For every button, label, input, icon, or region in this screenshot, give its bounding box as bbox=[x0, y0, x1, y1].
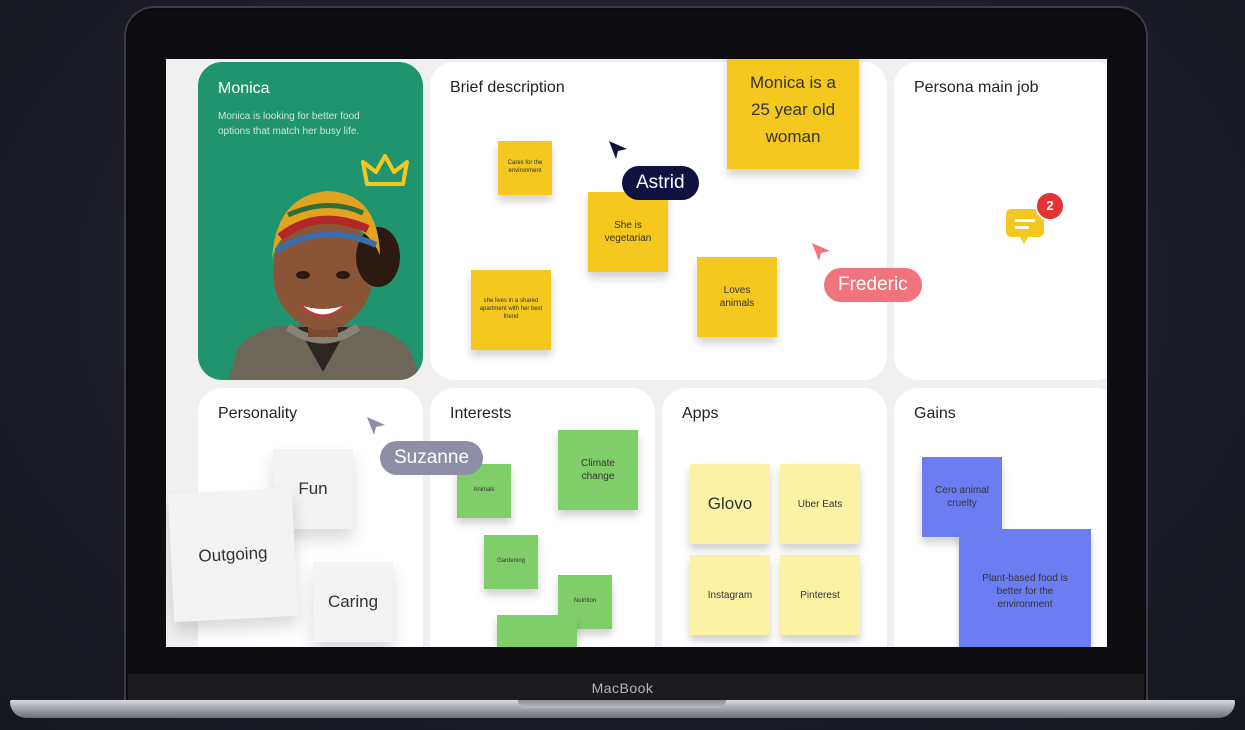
persona-card[interactable]: Monica Monica is looking for better food… bbox=[198, 62, 423, 380]
sticky-note[interactable]: Caring bbox=[313, 562, 393, 642]
cursor-label-astrid: Astrid bbox=[622, 166, 699, 200]
cursor-icon bbox=[812, 243, 830, 261]
sticky-text: Cares for the environment bbox=[507, 160, 543, 174]
persona-description: Monica is looking for better food option… bbox=[218, 111, 360, 137]
sticky-text: She is vegetarian bbox=[604, 220, 652, 244]
sticky-note[interactable]: Uber Eats bbox=[780, 464, 860, 544]
sticky-text: Loves animals bbox=[719, 285, 755, 309]
sticky-note[interactable]: Loves animals bbox=[697, 257, 777, 337]
sticky-text: Instagram bbox=[707, 589, 753, 601]
sticky-text: Nutrition bbox=[573, 598, 597, 605]
sticky-text: she lives in a shared apartment with her… bbox=[479, 298, 543, 320]
whiteboard-canvas[interactable]: Monica Monica is looking for better food… bbox=[166, 59, 1107, 647]
sticky-note[interactable]: Glovo bbox=[690, 464, 770, 544]
comment-badge: 2 bbox=[1035, 191, 1065, 221]
sticky-text: Plant-based food is better for the envir… bbox=[982, 572, 1068, 610]
sticky-text: Glovo bbox=[707, 493, 753, 513]
sticky-note[interactable]: Monica is a 25 year old woman bbox=[727, 59, 859, 169]
sticky-text: Monica is a 25 year old woman bbox=[750, 72, 836, 146]
sticky-text: Fun bbox=[298, 478, 328, 498]
sticky-note[interactable]: Climate change bbox=[558, 430, 638, 510]
sticky-text: Gardening bbox=[496, 558, 526, 565]
sticky-text: Caring bbox=[327, 591, 379, 611]
cursor-label-frederic: Frederic bbox=[824, 268, 922, 302]
brief-title: Brief description bbox=[450, 79, 565, 96]
sticky-note[interactable]: She is vegetarian bbox=[588, 192, 668, 272]
sticky-note[interactable] bbox=[497, 615, 577, 647]
gains-title: Gains bbox=[914, 405, 956, 422]
sticky-note[interactable]: Cares for the environment bbox=[498, 141, 552, 195]
job-title: Persona main job bbox=[914, 79, 1039, 96]
sticky-text: Outgoing bbox=[198, 543, 268, 566]
sticky-text: Pinterest bbox=[800, 589, 840, 601]
sticky-note[interactable]: Pinterest bbox=[780, 555, 860, 635]
sticky-text: Animals bbox=[473, 487, 495, 494]
personality-title: Personality bbox=[218, 405, 298, 422]
sticky-text: Uber Eats bbox=[797, 498, 843, 510]
interests-title: Interests bbox=[450, 405, 512, 422]
persona-name: Monica bbox=[218, 80, 270, 97]
comment-count: 2 bbox=[1046, 198, 1054, 213]
job-card[interactable]: Persona main job bbox=[894, 62, 1107, 380]
sticky-text: Cero animal cruelty bbox=[935, 485, 989, 509]
sticky-note[interactable]: Gardening bbox=[484, 535, 538, 589]
apps-title: Apps bbox=[682, 405, 719, 422]
cursor-icon bbox=[609, 141, 627, 159]
sticky-text: Climate change bbox=[581, 458, 615, 482]
sticky-note[interactable]: Instagram bbox=[690, 555, 770, 635]
brand-label: MacBook bbox=[591, 680, 654, 696]
sticky-note[interactable]: Plant-based food is better for the envir… bbox=[959, 529, 1091, 647]
cursor-icon bbox=[367, 417, 385, 435]
sticky-note[interactable]: Outgoing bbox=[167, 487, 299, 623]
sticky-note[interactable]: she lives in a shared apartment with her… bbox=[471, 270, 551, 350]
cursor-label-suzanne: Suzanne bbox=[380, 441, 484, 475]
laptop-notch bbox=[518, 700, 726, 708]
sticky-note[interactable]: Cero animal cruelty bbox=[922, 457, 1002, 537]
persona-avatar bbox=[228, 191, 423, 380]
